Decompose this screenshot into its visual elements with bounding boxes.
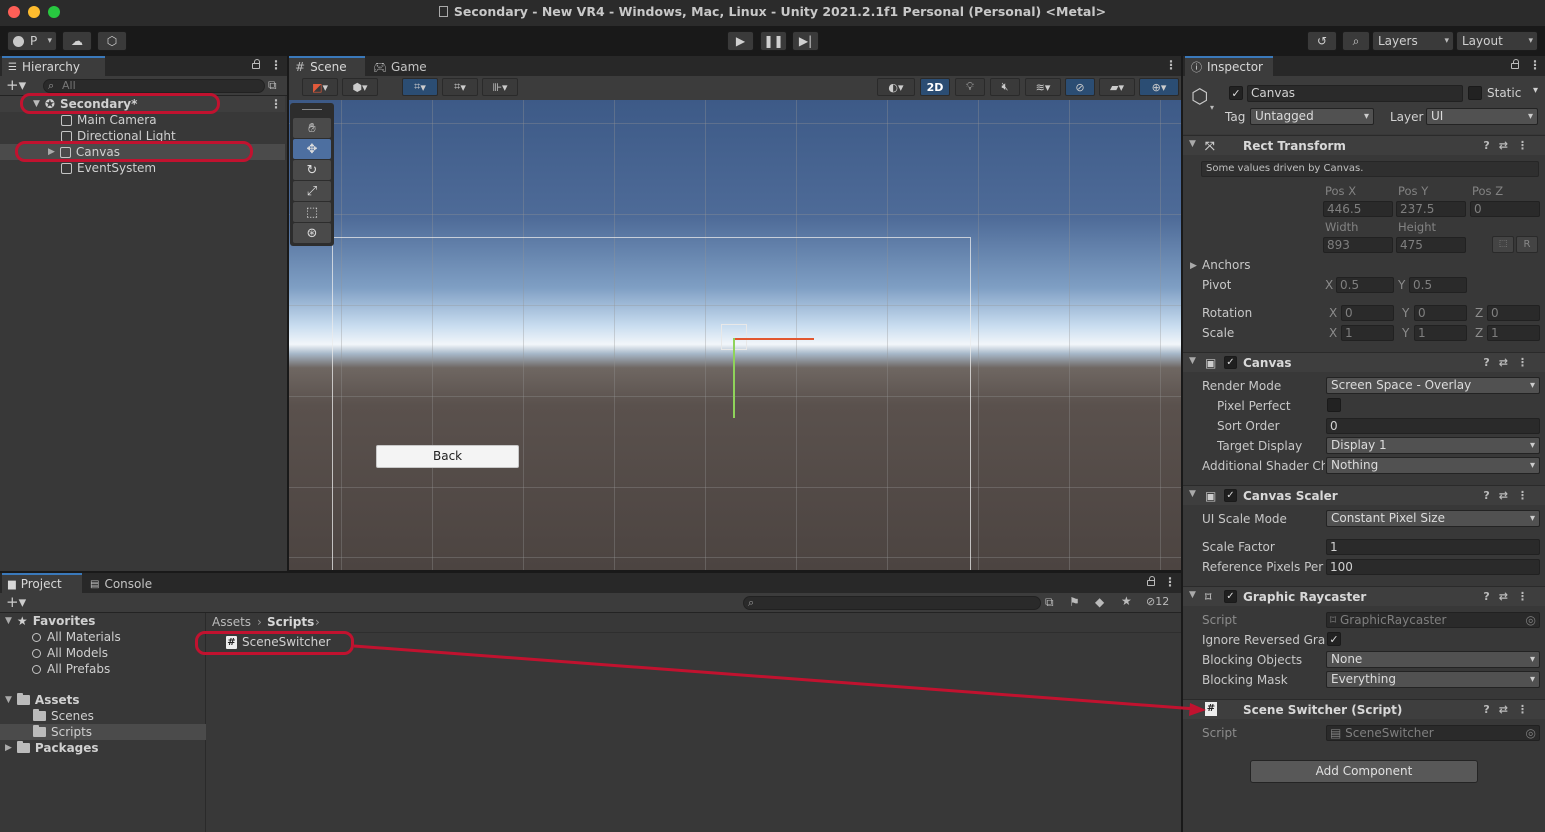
annotation-arrow-head	[1189, 703, 1206, 716]
annotation-arrow-line	[353, 644, 1197, 711]
annotation-arrow	[353, 644, 1206, 716]
